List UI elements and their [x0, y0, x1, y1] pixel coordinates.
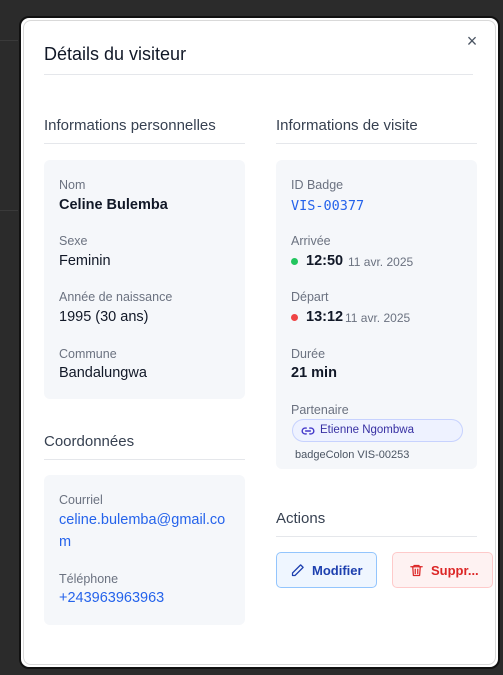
email-link-wrap[interactable]: m — [59, 534, 71, 550]
delete-button-label: Suppr... — [431, 563, 479, 578]
backdrop-edge — [0, 40, 18, 41]
visitor-birth-year: 1995 (30 ans) — [59, 309, 149, 325]
visitor-sex: Feminin — [59, 253, 111, 269]
phone-link[interactable]: +243963963963 — [59, 590, 164, 606]
modal-title: Détails du visiteur — [44, 44, 187, 64]
email-link[interactable]: celine.bulemba@gmail.co — [59, 512, 225, 528]
visit-duration: 21 min — [291, 365, 337, 381]
personal-info-card: Nom Celine Bulemba Sexe Feminin Année de… — [44, 160, 245, 399]
visit-info-card: ID Badge VIS-00377 Arrivée 12:50 11 avr.… — [276, 160, 477, 469]
departure-date: 11 avr. 2025 — [345, 311, 411, 325]
duration-label: Durée — [291, 347, 326, 361]
commune-label: Commune — [59, 347, 117, 361]
badge-label: ID Badge — [291, 178, 344, 192]
email-label: Courriel — [59, 493, 103, 507]
visitor-details-modal: × Détails du visiteur Informations perso… — [19, 16, 500, 669]
arrival-date: 11 avr. 2025 — [348, 255, 414, 269]
visitor-name: Celine Bulemba — [59, 197, 168, 213]
contact-heading: Coordonnées — [44, 433, 135, 450]
partner-name: Etienne Ngombwa — [320, 424, 414, 436]
visitor-commune: Bandalungwa — [59, 365, 147, 381]
edit-button[interactable]: Modifier — [276, 552, 377, 588]
arrival-status-dot — [291, 258, 298, 265]
partner-badge-note: badgeColon VIS-00253 — [295, 449, 410, 461]
actions-heading: Actions — [276, 510, 326, 527]
departure-status-dot — [291, 314, 298, 321]
delete-button[interactable]: Suppr... — [392, 552, 493, 588]
departure-label: Départ — [291, 290, 329, 304]
partner-label: Partenaire — [291, 403, 349, 417]
title-divider — [44, 74, 473, 75]
visit-info-heading: Informations de visite — [276, 117, 418, 134]
birth-year-label: Année de naissance — [59, 290, 173, 304]
personal-info-heading: Informations personnelles — [44, 117, 216, 134]
link-icon — [301, 427, 315, 435]
pencil-icon — [291, 564, 304, 577]
arrival-time: 12:50 — [306, 253, 344, 269]
backdrop-edge — [0, 210, 18, 211]
name-label: Nom — [59, 178, 86, 192]
departure-time: 13:12 — [306, 309, 344, 325]
edit-button-label: Modifier — [312, 563, 363, 578]
arrival-label: Arrivée — [291, 234, 331, 248]
contact-divider — [44, 459, 245, 460]
visit-info-divider — [276, 143, 477, 144]
badge-id: VIS-00377 — [291, 198, 365, 214]
personal-info-divider — [44, 143, 245, 144]
close-icon[interactable]: × — [462, 30, 482, 52]
contact-card: Courriel celine.bulemba@gmail.co m Télép… — [44, 475, 245, 625]
sex-label: Sexe — [59, 234, 88, 248]
trash-icon — [410, 564, 423, 577]
partner-chip[interactable]: Etienne Ngombwa — [292, 419, 463, 442]
actions-divider — [276, 536, 477, 537]
phone-label: Téléphone — [59, 572, 119, 586]
